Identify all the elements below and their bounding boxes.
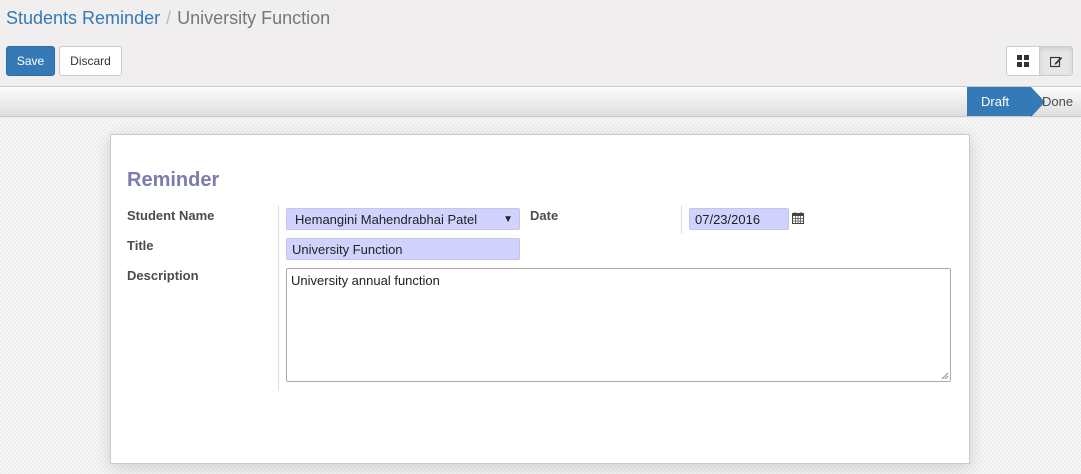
field-separator	[278, 205, 279, 391]
student-name-value: Hemangini Mahendrabhai Patel	[295, 211, 478, 227]
date-label: Date	[530, 208, 559, 223]
resize-grip-icon[interactable]	[941, 372, 949, 380]
view-switcher	[1006, 46, 1073, 76]
title-field[interactable]: University Function	[286, 238, 520, 260]
stage-done[interactable]: Done	[1042, 87, 1073, 116]
description-textarea[interactable]: University annual function	[286, 268, 951, 382]
discard-button[interactable]: Discard	[59, 46, 122, 76]
student-name-select[interactable]: Hemangini Mahendrabhai Patel ▼	[286, 208, 520, 230]
chevron-down-icon: ▼	[503, 214, 513, 225]
breadcrumb-link-students-reminder[interactable]: Students Reminder	[6, 8, 160, 28]
form-view-button[interactable]	[1039, 47, 1072, 75]
status-bar: Draft Done	[0, 86, 1081, 117]
description-label: Description	[127, 268, 199, 283]
kanban-grid-icon	[1017, 55, 1029, 67]
breadcrumb-current: University Function	[177, 8, 331, 28]
form-sheet: Reminder Student Name Title Description …	[110, 134, 970, 464]
stage-draft[interactable]: Draft	[967, 87, 1045, 117]
breadcrumb-separator: /	[166, 8, 172, 28]
description-value: University annual function	[291, 273, 440, 288]
edit-form-icon	[1049, 56, 1062, 67]
kanban-view-button[interactable]	[1007, 47, 1039, 75]
form-title: Reminder	[127, 169, 220, 191]
student-name-label: Student Name	[127, 208, 215, 223]
title-label: Title	[127, 238, 154, 253]
calendar-icon[interactable]	[792, 212, 804, 224]
date-field[interactable]: 07/23/2016	[689, 208, 789, 230]
date-separator	[681, 205, 682, 234]
save-button[interactable]: Save	[6, 46, 55, 76]
breadcrumb: Students Reminder / University Function	[6, 7, 330, 29]
control-panel: Students Reminder / University Function Sa…	[0, 0, 1081, 87]
